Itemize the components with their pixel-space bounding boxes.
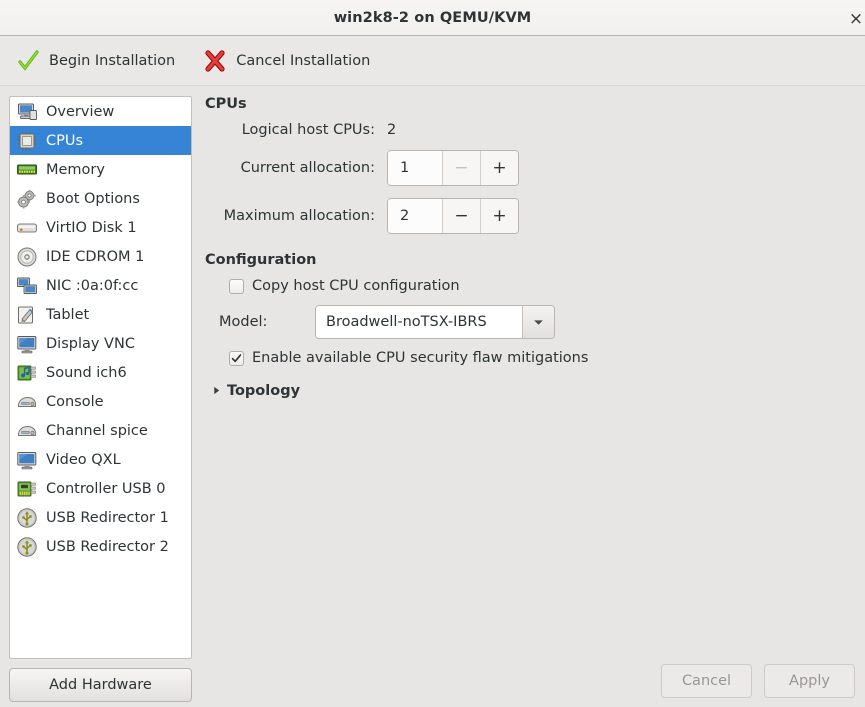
sidebar-item-label: Overview: [46, 103, 115, 120]
usb-icon: [16, 536, 38, 558]
cpu-model-value: Broadwell-noTSX-IBRS: [316, 306, 522, 338]
sidebar-item-label: Memory: [46, 161, 105, 178]
maximum-allocation-increment[interactable]: +: [480, 199, 518, 233]
maximum-allocation-label: Maximum allocation:: [223, 208, 375, 224]
current-allocation-decrement[interactable]: −: [442, 151, 480, 185]
controller-card-icon: [16, 478, 38, 500]
mitigations-label[interactable]: Enable available CPU security flaw mitig…: [252, 350, 588, 366]
sound-card-icon: [16, 362, 38, 384]
computer-icon: [16, 101, 38, 123]
monitor-icon: [16, 449, 38, 471]
cancel-installation-button[interactable]: Cancel Installation: [199, 45, 380, 77]
sidebar-item-usb-redirector-1[interactable]: USB Redirector 1: [10, 503, 191, 532]
copy-host-cpu-row[interactable]: Copy host CPU configuration: [205, 278, 855, 294]
current-allocation-row: Current allocation: − +: [205, 150, 855, 186]
cancel-installation-label: Cancel Installation: [236, 52, 371, 69]
sidebar-item-channel-spice[interactable]: Channel spice: [10, 416, 191, 445]
sidebar-item-label: USB Redirector 2: [46, 538, 169, 555]
sidebar-item-video-qxl[interactable]: Video QXL: [10, 445, 191, 474]
harddisk-icon: [16, 217, 38, 239]
sidebar-item-label: Sound ich6: [46, 364, 127, 381]
sidebar-item-memory[interactable]: Memory: [10, 155, 191, 184]
logical-host-cpus-row: Logical host CPUs: 2: [205, 122, 855, 138]
configuration-heading: Configuration: [205, 252, 317, 268]
chevron-down-icon: [522, 306, 554, 338]
model-label: Model:: [219, 314, 268, 330]
cpus-heading: CPUs: [205, 96, 247, 112]
sidebar-item-label: Controller USB 0: [46, 480, 166, 497]
sidebar-item-label: Boot Options: [46, 190, 140, 207]
sidebar-item-label: NIC :0a:0f:cc: [46, 277, 139, 294]
copy-host-cpu-checkbox[interactable]: [229, 278, 244, 294]
window-title: win2k8-2 on QEMU/KVM: [333, 9, 532, 26]
dialog-actions: Cancel Apply: [661, 664, 855, 698]
topology-label: Topology: [227, 383, 301, 399]
copy-host-cpu-label[interactable]: Copy host CPU configuration: [252, 278, 460, 294]
window-titlebar: win2k8-2 on QEMU/KVM ×: [0, 0, 865, 36]
console-icon: [16, 420, 38, 442]
monitor-icon: [16, 333, 38, 355]
cpu-chip-icon: [16, 130, 38, 152]
sidebar-item-overview[interactable]: Overview: [10, 97, 191, 126]
model-row: Model: Broadwell-noTSX-IBRS: [205, 305, 855, 339]
close-icon[interactable]: ×: [845, 9, 865, 29]
cpu-model-select[interactable]: Broadwell-noTSX-IBRS: [315, 305, 555, 339]
sidebar-item-label: IDE CDROM 1: [46, 248, 145, 265]
sidebar-item-usb-redirector-2[interactable]: USB Redirector 2: [10, 532, 191, 561]
current-allocation-stepper[interactable]: − +: [387, 150, 519, 186]
cpus-panel: CPUs Logical host CPUs: 2 Current alloca…: [205, 96, 855, 647]
maximum-allocation-input[interactable]: [388, 199, 442, 233]
begin-installation-button[interactable]: Begin Installation: [12, 45, 185, 77]
mitigations-row[interactable]: Enable available CPU security flaw mitig…: [205, 350, 855, 366]
gears-icon: [16, 188, 38, 210]
sidebar-item-label: Display VNC: [46, 335, 135, 352]
logical-host-cpus-label: Logical host CPUs:: [241, 122, 375, 138]
sidebar-item-label: Console: [46, 393, 104, 410]
sidebar-item-controller-usb-0[interactable]: Controller USB 0: [10, 474, 191, 503]
console-icon: [16, 391, 38, 413]
topology-expander[interactable]: Topology: [205, 383, 300, 399]
sidebar-item-virtio-disk-1[interactable]: VirtIO Disk 1: [10, 213, 191, 242]
sidebar-item-ide-cdrom-1[interactable]: IDE CDROM 1: [10, 242, 191, 271]
sidebar-item-label: Tablet: [46, 306, 90, 323]
sidebar-item-sound-ich6[interactable]: Sound ich6: [10, 358, 191, 387]
sidebar-item-cpus[interactable]: CPUs: [10, 126, 191, 155]
mitigations-checkbox[interactable]: [229, 350, 244, 366]
sidebar-item-boot-options[interactable]: Boot Options: [10, 184, 191, 213]
sidebar-item-nic-0a-0f-cc[interactable]: NIC :0a:0f:cc: [10, 271, 191, 300]
sidebar-item-label: Channel spice: [46, 422, 148, 439]
logical-host-cpus-value: 2: [387, 122, 397, 138]
sidebar-item-label: USB Redirector 1: [46, 509, 169, 526]
main-toolbar: Begin Installation Cancel Installation: [0, 36, 865, 86]
sidebar-item-label: VirtIO Disk 1: [46, 219, 137, 236]
cancel-button[interactable]: Cancel: [661, 664, 752, 698]
sidebar-item-display-vnc[interactable]: Display VNC: [10, 329, 191, 358]
network-card-icon: [16, 275, 38, 297]
dialog-body: Overview CPUs Memory Boot Options VirtIO Dis…: [0, 87, 865, 707]
sidebar-item-label: CPUs: [46, 132, 84, 149]
current-allocation-input[interactable]: [388, 151, 442, 185]
maximum-allocation-decrement[interactable]: −: [442, 199, 480, 233]
hardware-list[interactable]: Overview CPUs Memory Boot Options VirtIO Dis…: [9, 96, 192, 659]
add-hardware-button[interactable]: Add Hardware: [9, 668, 192, 702]
begin-installation-label: Begin Installation: [49, 52, 176, 69]
current-allocation-label: Current allocation:: [240, 160, 375, 176]
green-check-icon: [16, 49, 40, 73]
tablet-pen-icon: [16, 304, 38, 326]
triangle-right-icon: [213, 383, 220, 399]
maximum-allocation-stepper[interactable]: − +: [387, 198, 519, 234]
apply-button[interactable]: Apply: [764, 664, 855, 698]
maximum-allocation-row: Maximum allocation: − +: [205, 198, 855, 234]
current-allocation-increment[interactable]: +: [480, 151, 518, 185]
sidebar-item-console[interactable]: Console: [10, 387, 191, 416]
usb-icon: [16, 507, 38, 529]
sidebar-item-tablet[interactable]: Tablet: [10, 300, 191, 329]
red-x-icon: [203, 49, 227, 73]
optical-disc-icon: [16, 246, 38, 268]
memory-stick-icon: [16, 159, 38, 181]
sidebar-item-label: Video QXL: [46, 451, 121, 468]
